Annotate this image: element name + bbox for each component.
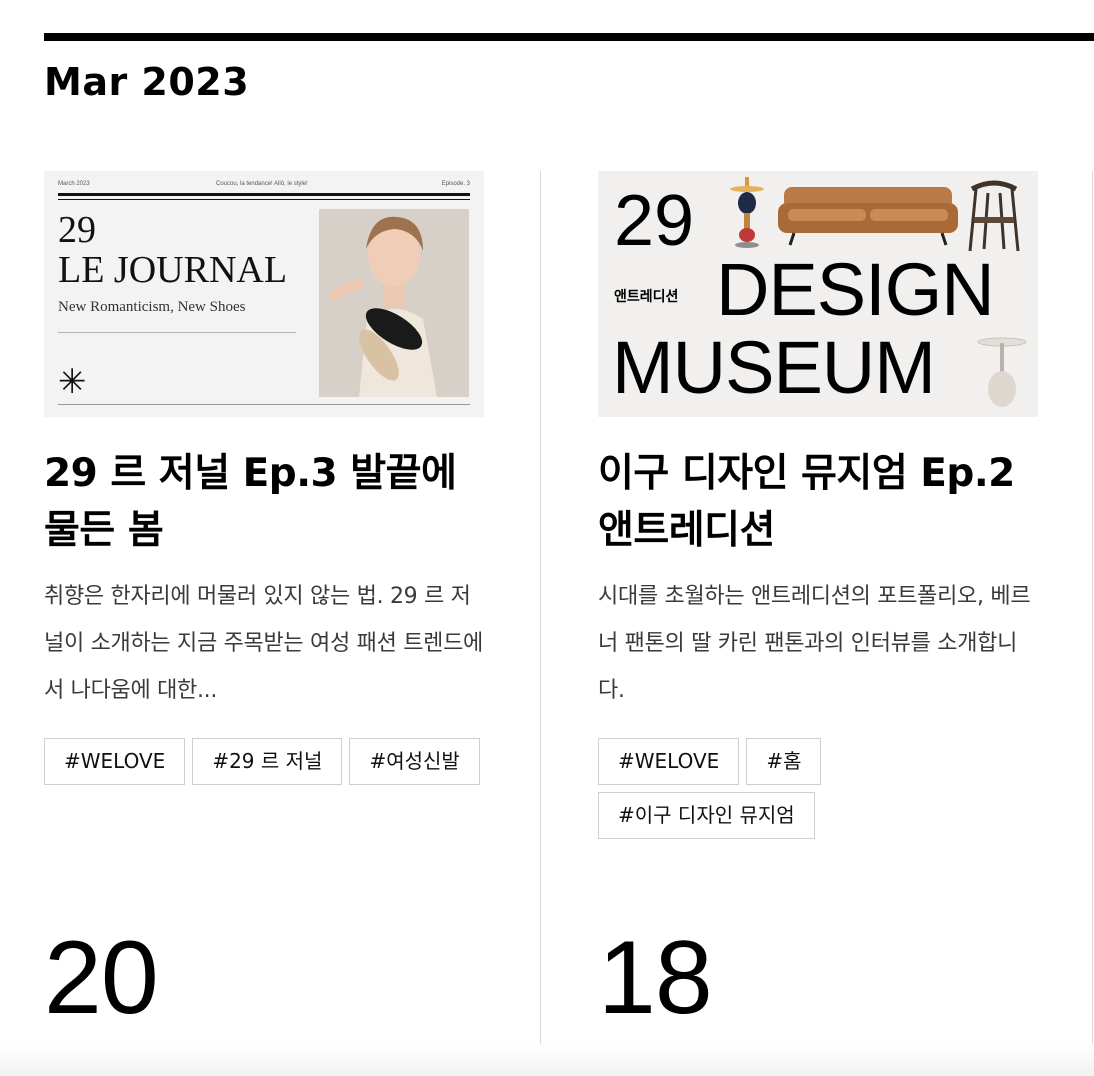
thumbnail-rule [58,193,470,196]
thumbnail-headline: LE JOURNAL [58,249,288,291]
article-description: 취향은 한자리에 머물러 있지 않는 법. 29 르 저널이 소개하는 지금 주… [44,584,483,703]
model-photo [319,209,469,397]
chair-illustration [968,180,1020,252]
article-card[interactable]: 29 앤트레디션 DESIGN MUSEUM 이구 디자인 뮤지엄 Ep.2 앤… [598,171,1040,1030]
tag-chip[interactable]: #29 르 저널 [192,738,343,785]
tag-chip[interactable]: #WELOVE [44,738,186,785]
thumbnail-divider [58,332,296,333]
tag-chip[interactable]: #WELOVE [598,738,740,785]
article-title[interactable]: 이구 디자인 뮤지엄 Ep.2 앤트레디션 [598,445,1040,559]
tag-list: #WELOVE #홈 #이구 디자인 뮤지엄 [598,738,1038,839]
article-card[interactable]: March 2023 Coucou, la tendance! Allô, le… [44,171,486,1030]
thumbnail-header-date: March 2023 [58,181,90,187]
tag-list: #WELOVE #29 르 저널 #여성신발 [44,738,484,785]
thumbnail-headline: MUSEUM [612,326,936,409]
model-holding-shoes-illustration [319,209,469,397]
column-divider [540,171,541,1045]
scroll-shadow [0,1044,1094,1076]
thumbnail-subline: New Romanticism, New Shoes [58,299,246,315]
article-thumbnail[interactable]: March 2023 Coucou, la tendance! Allô, le… [44,171,484,417]
tag-chip[interactable]: #이구 디자인 뮤지엄 [598,792,815,839]
tag-chip[interactable]: #여성신발 [349,738,480,785]
thumbnail-header-episode: Episode. 3 [441,181,470,187]
thumbnail-rule [58,199,470,200]
article-description: 시대를 초월하는 앤트레디션의 포트폴리오, 베르너 팬톤의 딸 카린 팬톤과의… [598,584,1031,703]
thumbnail-header-tagline: Coucou, la tendance! Allô, le style! [216,181,308,187]
lamp-table-illustration [977,337,1027,407]
brand-label: 앤트레디션 [614,289,679,305]
publish-day: 20 [44,920,159,1036]
thumbnail-number: 29 [58,209,96,251]
tag-chip[interactable]: #홈 [746,738,822,785]
column-divider [1092,171,1093,1045]
month-heading: Mar 2023 [44,60,250,104]
side-table-illustration [730,177,764,248]
asterisk-icon: ✳ [58,362,87,402]
article-title[interactable]: 29 르 저널 Ep.3 발끝에 물든 봄 [44,445,486,559]
publish-day: 18 [598,920,713,1036]
thumbnail-number: 29 [614,181,695,261]
thumbnail-headline: DESIGN [716,248,995,331]
article-thumbnail[interactable]: 29 앤트레디션 DESIGN MUSEUM [598,171,1038,417]
section-top-rule [44,33,1094,41]
sofa-illustration [778,187,958,246]
thumbnail-divider [58,404,470,405]
